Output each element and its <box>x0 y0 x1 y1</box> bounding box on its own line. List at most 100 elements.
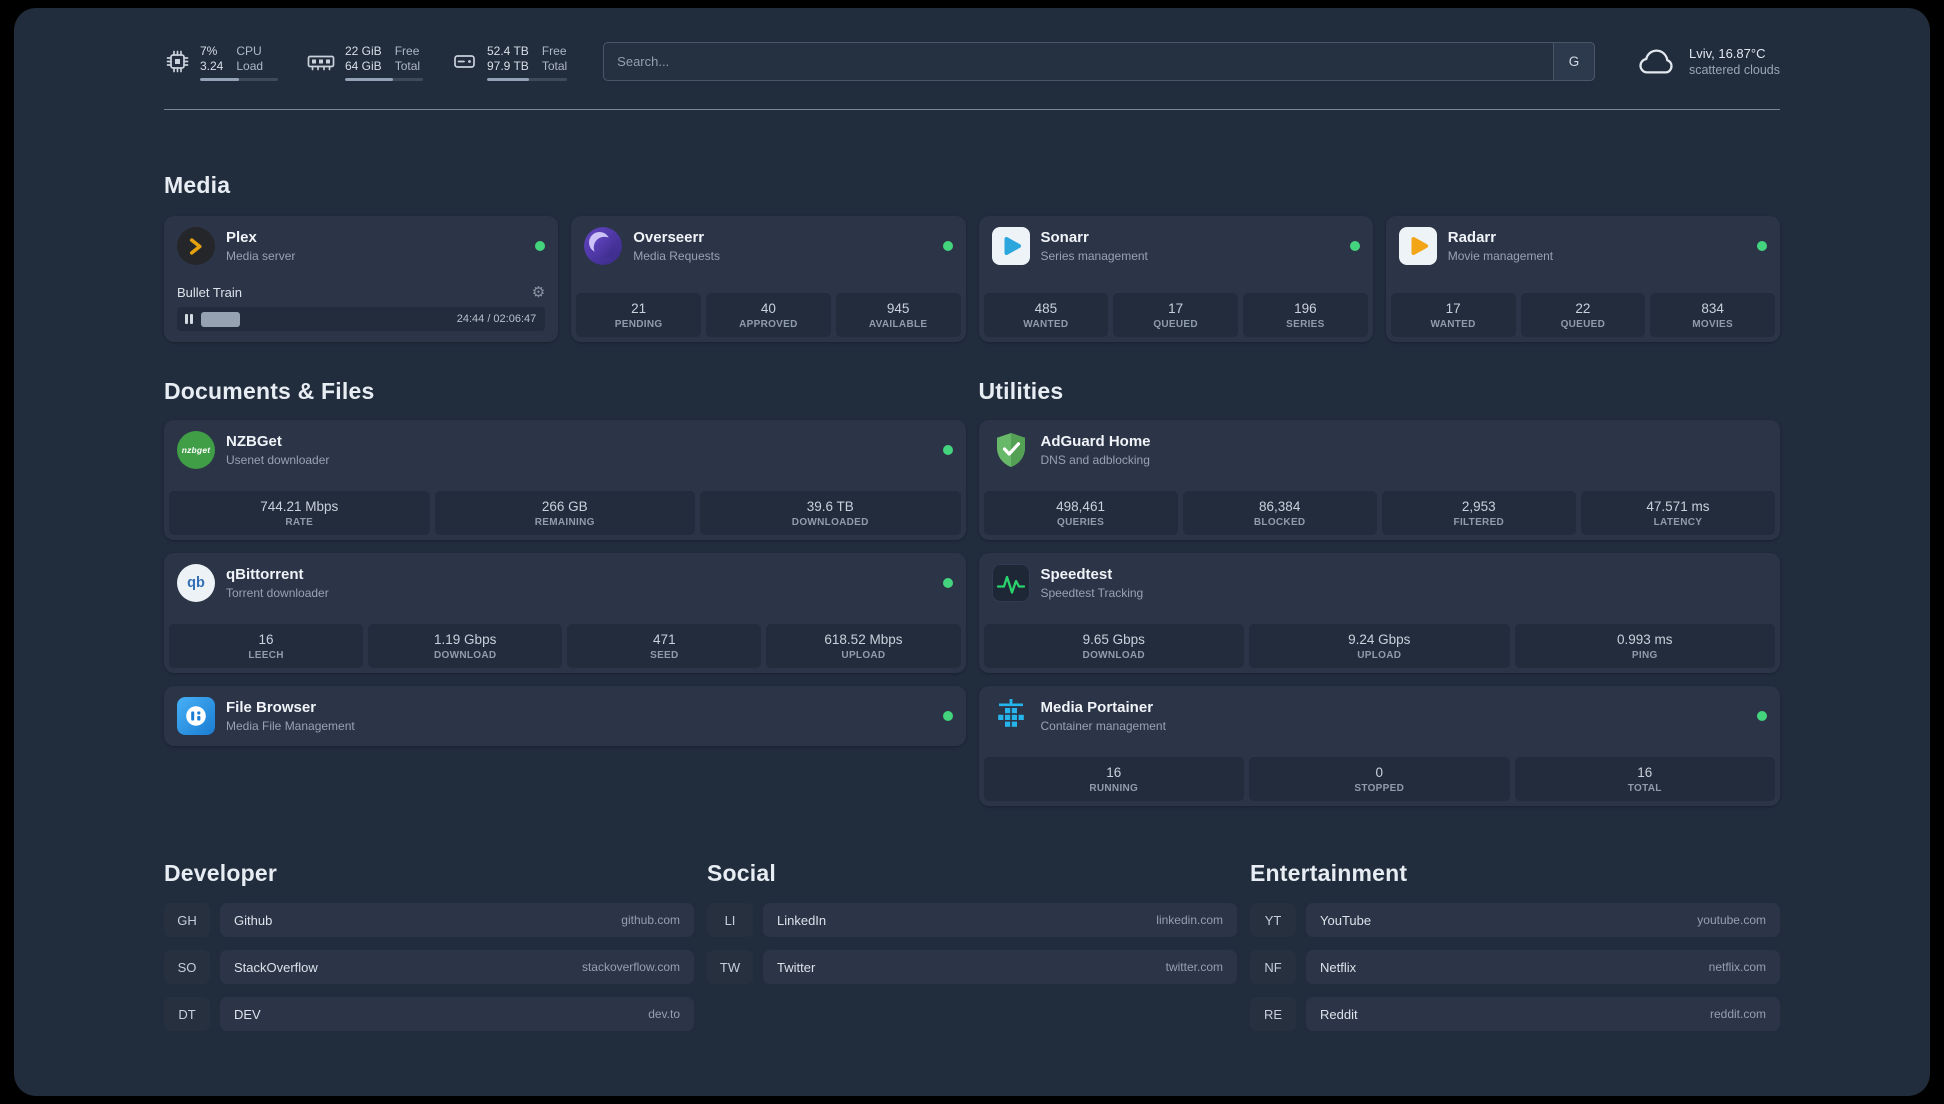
status-dot <box>1349 241 1360 251</box>
pause-button[interactable] <box>185 314 193 324</box>
memory-free-label: Free <box>394 44 420 58</box>
bookmark-abbr: NF <box>1250 950 1296 984</box>
section-title-documents: Documents & Files <box>164 378 375 404</box>
service-name: Overseerr <box>633 229 705 246</box>
service-card-qbittorrent[interactable]: qb qBittorrent Torrent downloader 16 LEE… <box>164 553 966 673</box>
service-description: Container management <box>1040 719 1166 733</box>
stat-download: 9.65 Gbps DOWNLOAD <box>983 624 1244 668</box>
bookmark-name: Github <box>234 912 273 928</box>
status-dot <box>942 711 953 721</box>
top-bar: 7% 3.24 CPU Load 22 GiB 64 GiB Free Tota… <box>164 42 1780 81</box>
service-name: File Browser <box>226 699 317 716</box>
bookmark-url: dev.to <box>648 1007 680 1021</box>
bookmark-abbr: RE <box>1250 997 1296 1031</box>
stat-total: 16 TOTAL <box>1514 757 1775 801</box>
service-name: Plex <box>226 229 257 246</box>
disk-total-label: Total <box>541 59 568 73</box>
service-card-adguard[interactable]: AdGuard Home DNS and adblocking 498,461 … <box>978 420 1780 540</box>
bookmark-abbr: TW <box>707 950 753 984</box>
stat-filtered: 2,953 FILTERED <box>1381 491 1576 535</box>
stat-queued: 22 QUEUED <box>1520 293 1646 337</box>
section-title-social: Social <box>707 860 776 886</box>
now-playing-title: Bullet Train <box>177 285 243 300</box>
section-title-utilities: Utilities <box>978 378 1064 404</box>
stat-download: 1.19 Gbps DOWNLOAD <box>368 624 563 668</box>
memory-widget: 22 GiB 64 GiB Free Total <box>306 42 423 81</box>
service-card-portainer[interactable]: Media Portainer Container management 16 … <box>978 686 1780 806</box>
service-name: NZBGet <box>226 433 282 450</box>
bookmark-url: twitter.com <box>1165 960 1223 974</box>
stat-downloaded: 39.6 TB DOWNLOADED <box>700 491 961 535</box>
stat-remaining: 266 GB REMAINING <box>434 491 695 535</box>
stat-wanted: 17 WANTED <box>1390 293 1516 337</box>
bookmark-dev[interactable]: DT DEV dev.to <box>164 997 694 1031</box>
bookmark-name: YouTube <box>1320 912 1372 928</box>
bookmark-group-entertainment: Entertainment YT YouTube youtube.com NF … <box>1250 806 1780 1044</box>
stat-available: 945 AVAILABLE <box>835 293 961 337</box>
documents-section: Documents & Files nzbget NZBGet Usenet d… <box>164 342 966 746</box>
service-description: Media File Management <box>226 719 355 733</box>
bookmark-abbr: LI <box>707 903 753 937</box>
playback-progress[interactable] <box>200 311 449 327</box>
weather-widget: Lviv, 16.87°C scattered clouds <box>1635 45 1780 79</box>
filebrowser-icon <box>177 697 215 735</box>
status-dot <box>1757 711 1767 721</box>
status-dot <box>942 445 953 455</box>
status-dot <box>942 578 953 588</box>
bookmark-youtube[interactable]: YT YouTube youtube.com <box>1250 903 1780 937</box>
memory-total-label: Total <box>394 59 421 73</box>
bookmark-abbr: YT <box>1250 903 1296 937</box>
bookmark-stackoverflow[interactable]: SO StackOverflow stackoverflow.com <box>164 950 694 984</box>
bookmark-abbr: SO <box>164 950 210 984</box>
playback-time: 24:44 / 02:06:47 <box>456 313 537 325</box>
service-card-plex[interactable]: Plex Media server Bullet Train ⚙ 24:44 /… <box>164 216 559 342</box>
disk-progress-bar <box>487 78 568 81</box>
service-card-radarr[interactable]: Radarr Movie management 17 WANTED 22 QUE… <box>1385 216 1780 342</box>
search-input[interactable] <box>603 42 1595 81</box>
stat-latency: 47.571 ms LATENCY <box>1580 491 1775 535</box>
bookmark-url: netflix.com <box>1708 960 1766 974</box>
bookmark-group-developer: Developer GH Github github.com SO StackO… <box>164 806 694 1044</box>
service-card-speedtest[interactable]: Speedtest Speedtest Tracking 9.65 Gbps D… <box>978 553 1780 673</box>
bookmark-reddit[interactable]: RE Reddit reddit.com <box>1250 997 1780 1031</box>
service-name: Speedtest <box>1040 566 1113 583</box>
search-bar: G <box>603 42 1595 81</box>
stat-movies: 834 MOVIES <box>1650 293 1775 337</box>
service-card-filebrowser[interactable]: File Browser Media File Management <box>164 686 966 746</box>
bookmark-url: github.com <box>621 913 680 927</box>
bookmark-linkedin[interactable]: LI LinkedIn linkedin.com <box>707 903 1237 937</box>
service-description: Torrent downloader <box>226 586 329 600</box>
stat-upload: 618.52 Mbps UPLOAD <box>766 624 961 668</box>
stat-queries: 498,461 QUERIES <box>983 491 1178 535</box>
bookmark-github[interactable]: GH Github github.com <box>164 903 694 937</box>
overseerr-icon <box>584 227 623 265</box>
bookmark-netflix[interactable]: NF Netflix netflix.com <box>1250 950 1780 984</box>
bookmark-twitter[interactable]: TW Twitter twitter.com <box>707 950 1237 984</box>
bookmark-url: linkedin.com <box>1156 913 1223 927</box>
stat-pending: 21 PENDING <box>576 293 701 337</box>
service-name: Media Portainer <box>1040 699 1154 716</box>
plex-player-bar: 24:44 / 02:06:47 <box>177 307 546 331</box>
bookmark-name: DEV <box>234 1006 261 1022</box>
service-card-nzbget[interactable]: nzbget NZBGet Usenet downloader 744.21 M… <box>164 420 966 540</box>
service-description: Speedtest Tracking <box>1040 586 1144 600</box>
bookmark-abbr: GH <box>164 903 210 937</box>
stat-blocked: 86,384 BLOCKED <box>1182 491 1377 535</box>
cpu-widget: 7% 3.24 CPU Load <box>164 42 278 81</box>
stat-wanted: 485 WANTED <box>983 293 1109 337</box>
cpu-usage: 7% <box>200 44 218 58</box>
service-description: Series management <box>1040 249 1148 263</box>
service-description: Media server <box>226 249 296 263</box>
memory-free-value: 22 GiB <box>345 44 382 58</box>
status-dot <box>535 241 546 251</box>
service-description: DNS and adblocking <box>1040 453 1150 467</box>
cpu-icon <box>164 48 191 75</box>
service-card-overseerr[interactable]: Overseerr Media Requests 21 PENDING 40 A… <box>571 216 966 342</box>
service-name: AdGuard Home <box>1040 433 1151 450</box>
disk-icon <box>451 48 478 75</box>
service-description: Media Requests <box>633 249 720 263</box>
gear-icon[interactable]: ⚙ <box>532 285 545 300</box>
stat-approved: 40 APPROVED <box>706 293 831 337</box>
service-card-sonarr[interactable]: Sonarr Series management 485 WANTED 17 Q… <box>978 216 1373 342</box>
search-provider-button[interactable]: G <box>1552 42 1595 81</box>
